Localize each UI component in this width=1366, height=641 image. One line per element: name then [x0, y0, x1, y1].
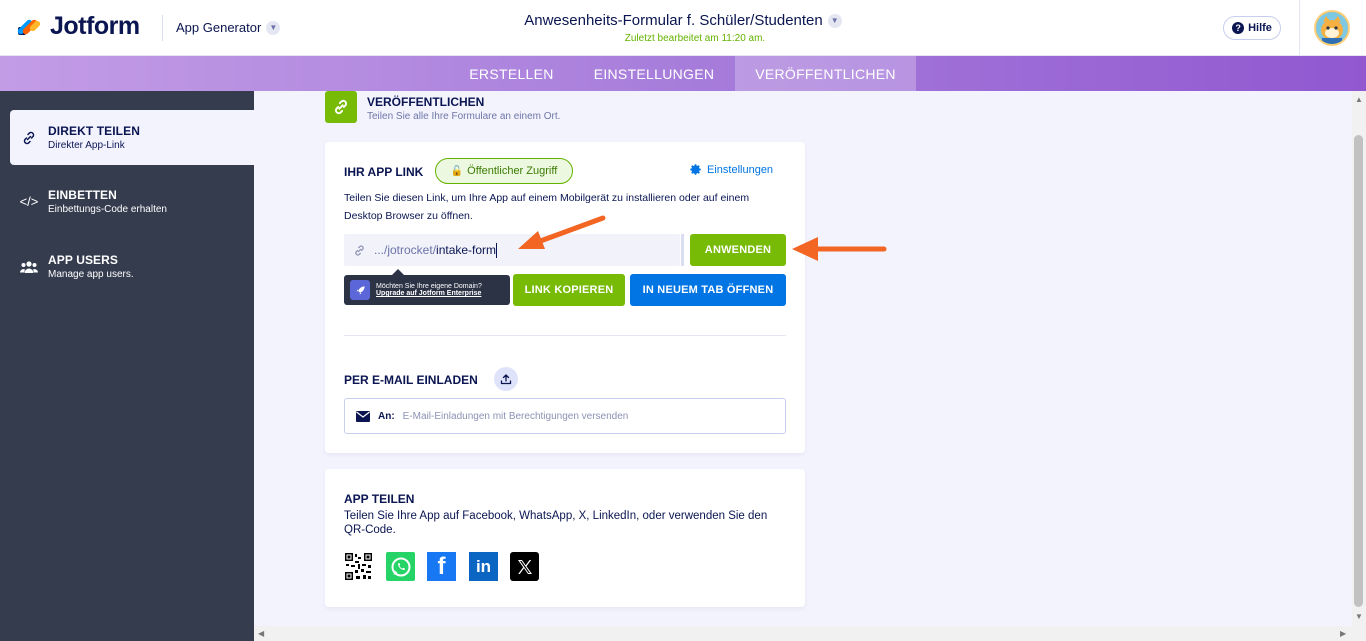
text-cursor	[496, 242, 498, 258]
open-new-tab-button[interactable]: IN NEUEM TAB ÖFFNEN	[630, 274, 786, 306]
x-icon[interactable]	[510, 552, 539, 581]
email-to-label: An:	[378, 410, 395, 422]
qr-code-icon[interactable]	[344, 552, 373, 581]
sidebar-item-direkt-teilen[interactable]: DIREKT TEILEN Direkter App-Link	[10, 110, 254, 165]
main-tab-bar: ERSTELLEN EINSTELLUNGEN VERÖFFENTLICHEN	[0, 56, 1366, 91]
linkedin-icon[interactable]: in	[469, 552, 498, 581]
upload-icon	[500, 374, 512, 385]
app-link-input[interactable]: .../jotrocket/ intake-form	[344, 234, 680, 266]
share-app-description: Teilen Sie Ihre App auf Facebook, WhatsA…	[344, 510, 768, 536]
settings-label: Einstellungen	[707, 163, 774, 176]
users-icon	[10, 260, 48, 274]
publish-title: VERÖFFENTLICHEN	[367, 95, 485, 109]
publish-link-icon	[325, 91, 357, 123]
avatar[interactable]	[1314, 10, 1350, 46]
question-icon: ?	[1232, 22, 1245, 34]
sidebar-item-title: EINBETTEN	[48, 188, 117, 202]
public-access-badge[interactable]: 🔓 Öffentlicher Zugriff	[435, 158, 573, 184]
annotation-arrow-apply-icon	[792, 237, 887, 261]
link-prefix: .../jotrocket/	[374, 243, 437, 257]
scroll-left-arrow-icon[interactable]: ◀	[258, 629, 264, 638]
custom-domain-tooltip[interactable]: Möchten Sie Ihre eigene Domain? Upgrade …	[344, 269, 510, 305]
sidebar-item-app-users[interactable]: APP USERS Manage app users.	[10, 239, 254, 294]
copy-link-button[interactable]: LINK KOPIEREN	[513, 274, 625, 306]
tab-erstellen[interactable]: ERSTELLEN	[450, 56, 573, 91]
email-invite-field[interactable]: An: E-Mail-Einladungen mit Berechtigunge…	[344, 398, 786, 434]
rocket-icon	[350, 280, 370, 300]
horizontal-scrollbar[interactable]	[254, 626, 1352, 641]
top-bar: Jotform App Generator ▼ Anwesenheits-For…	[0, 0, 1366, 56]
scroll-down-arrow-icon[interactable]: ▼	[1355, 612, 1363, 621]
document-title-area: Anwesenheits-Formular f. Schüler/Student…	[0, 12, 1366, 44]
email-invite-title: PER E-MAIL EINLADEN	[344, 373, 478, 387]
chevron-down-icon: ▼	[827, 13, 842, 28]
link-icon	[10, 130, 48, 146]
section-divider	[344, 335, 786, 336]
publish-subtitle: Teilen Sie alle Ihre Formulare an einem …	[367, 111, 561, 122]
document-title-text: Anwesenheits-Formular f. Schüler/Student…	[524, 12, 823, 29]
code-icon: </>	[19, 194, 39, 209]
avatar-cat-icon	[1316, 12, 1348, 44]
sidebar-item-subtitle: Direkter App-Link	[48, 140, 125, 151]
input-divider	[681, 234, 684, 266]
share-app-card	[325, 469, 805, 607]
share-app-title: APP TEILEN	[344, 492, 415, 506]
app-link-description: Teilen Sie diesen Link, um Ihre App auf …	[344, 192, 750, 222]
gear-icon	[690, 164, 701, 175]
header-divider	[1299, 0, 1300, 56]
tab-einstellungen[interactable]: EINSTELLUNGEN	[573, 56, 735, 91]
apply-button[interactable]: ANWENDEN	[690, 234, 786, 266]
last-edited-text: Zuletzt bearbeitet am 11:20 am.	[624, 33, 766, 44]
tooltip-question: Möchten Sie Ihre eigene Domain?	[376, 283, 482, 290]
facebook-icon[interactable]: f	[427, 552, 456, 581]
scroll-right-arrow-icon[interactable]: ▶	[1340, 629, 1346, 638]
tab-veroeffentlichen[interactable]: VERÖFFENTLICHEN	[735, 56, 916, 91]
upgrade-link[interactable]: Upgrade auf Jotform Enterprise	[376, 290, 482, 297]
sidebar-item-subtitle: Einbettungs-Code erhalten	[48, 204, 167, 215]
email-placeholder: E-Mail-Einladungen mit Berechtigungen ve…	[402, 410, 629, 422]
sidebar-item-title: DIREKT TEILEN	[48, 124, 140, 138]
sidebar-item-einbetten[interactable]: </> EINBETTEN Einbettungs-Code erhalten	[10, 174, 254, 229]
help-button[interactable]: ? Hilfe	[1223, 16, 1281, 40]
sidebar-item-subtitle: Manage app users.	[48, 269, 134, 280]
sidebar-item-title: APP USERS	[48, 253, 119, 267]
settings-link[interactable]: Einstellungen	[689, 163, 773, 176]
help-label: Hilfe	[1248, 22, 1272, 34]
document-title[interactable]: Anwesenheits-Formular f. Schüler/Student…	[524, 12, 842, 29]
envelope-icon	[356, 410, 370, 422]
link-icon	[344, 244, 374, 257]
app-link-title: IHR APP LINK	[344, 165, 424, 179]
badge-label: Öffentlicher Zugriff	[467, 165, 558, 177]
sidebar: DIREKT TEILEN Direkter App-Link </> EINB…	[0, 91, 254, 641]
scroll-up-arrow-icon[interactable]: ▲	[1355, 95, 1363, 104]
upload-button[interactable]	[494, 367, 518, 391]
lock-icon: 🔓	[450, 165, 464, 177]
link-value: intake-form	[436, 243, 497, 257]
scrollbar-thumb[interactable]	[1354, 135, 1363, 607]
whatsapp-icon[interactable]	[386, 552, 415, 581]
